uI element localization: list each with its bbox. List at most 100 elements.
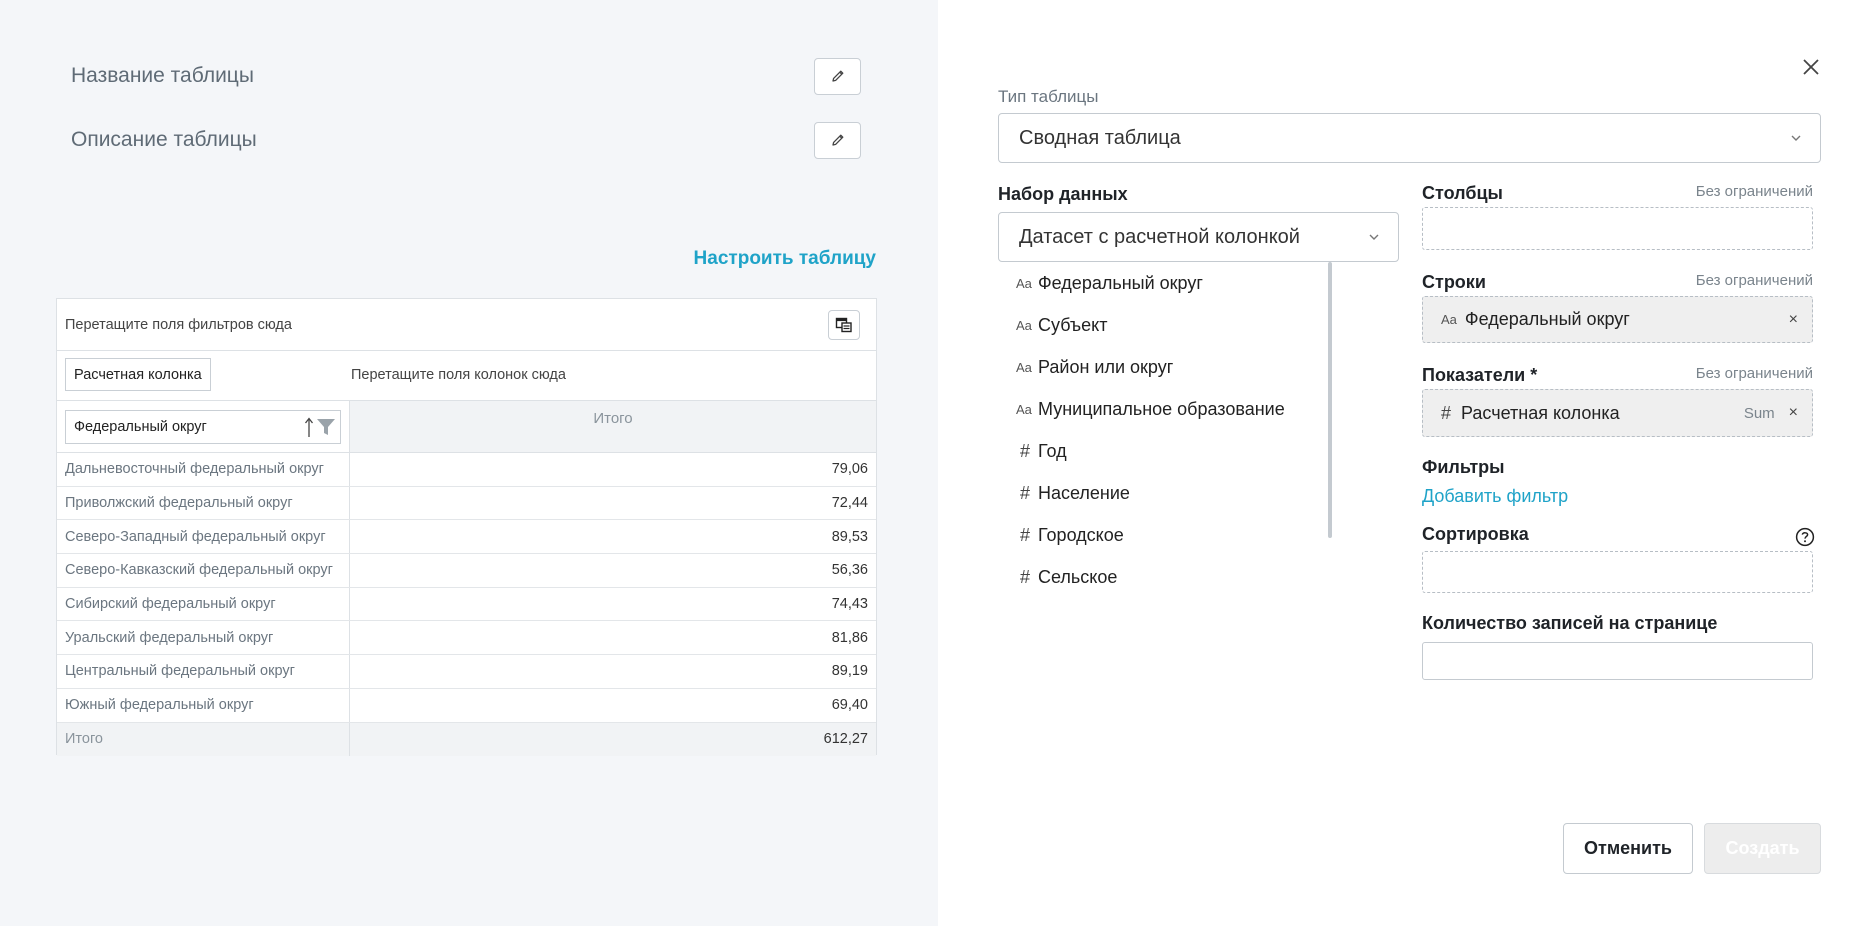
- number-type-icon: #: [1020, 566, 1031, 587]
- table-type-value: Сводная таблица: [1019, 126, 1181, 149]
- remove-row-field-button[interactable]: ×: [1789, 311, 1798, 329]
- total-row-value: 612,27: [823, 731, 868, 748]
- list-item[interactable]: # Городское: [998, 514, 1332, 556]
- table-row: Центральный федеральный округ 89,19: [57, 655, 876, 689]
- table-description-label: Описание таблицы: [71, 128, 257, 151]
- text-type-icon: Aa: [1441, 312, 1457, 327]
- remove-measure-button[interactable]: ×: [1789, 404, 1798, 422]
- row-value: 72,44: [831, 495, 868, 512]
- table-name-row: Название таблицы: [71, 56, 861, 96]
- chevron-down-icon: [1369, 234, 1379, 240]
- row-name: Северо-Кавказский федеральный округ: [57, 554, 350, 587]
- list-item[interactable]: # Сельское: [998, 556, 1332, 598]
- filter-funnel-icon[interactable]: [316, 417, 336, 437]
- field-label: Субъект: [1038, 314, 1108, 335]
- page-size-label: Количество записей на странице: [1422, 613, 1718, 633]
- row-name: Сибирский федеральный округ: [57, 587, 350, 621]
- page-size-input[interactable]: [1422, 642, 1813, 680]
- configure-table-link[interactable]: Настроить таблицу: [686, 248, 876, 270]
- table-preview-pane: Название таблицы Описание таблицы Настро…: [0, 0, 938, 926]
- row-name: Центральный федеральный округ: [57, 655, 350, 688]
- add-filter-link[interactable]: Добавить фильтр: [1422, 486, 1568, 507]
- chevron-down-icon: [1791, 135, 1801, 141]
- aggregation-selector[interactable]: Sum: [1744, 405, 1775, 422]
- row-name: Дальневосточный федеральный округ: [57, 453, 350, 486]
- number-type-icon: #: [1020, 524, 1031, 545]
- pivot-settings-toggle-button[interactable]: [828, 309, 860, 340]
- row-value: 79,06: [831, 461, 868, 478]
- sort-arrow-icon[interactable]: [304, 416, 314, 438]
- edit-table-name-button[interactable]: [814, 57, 861, 95]
- row-value: 69,40: [831, 697, 868, 714]
- dataset-value: Датасет с расчетной колонкой: [1019, 225, 1300, 248]
- table-row: Северо-Кавказский федеральный округ 56,36: [57, 554, 876, 588]
- close-icon[interactable]: [1800, 56, 1822, 78]
- columns-dropzone[interactable]: [1422, 207, 1813, 250]
- measures-label: Показатели *: [1422, 365, 1538, 385]
- text-type-icon: Aa: [1016, 401, 1032, 417]
- pivot-filter-zone[interactable]: Перетащите поля фильтров сюда: [57, 299, 876, 351]
- table-row: Северо-Западный федеральный округ 89,53: [57, 520, 876, 555]
- cancel-button[interactable]: Отменить: [1563, 823, 1693, 874]
- filter-zone-hint: Перетащите поля фильтров сюда: [65, 316, 292, 333]
- table-row: Южный федеральный округ 69,40: [57, 688, 876, 723]
- list-item[interactable]: # Население: [998, 472, 1332, 514]
- row-name: Северо-Западный федеральный округ: [57, 520, 350, 554]
- measures-dropzone[interactable]: # Расчетная колонка Sum ×: [1422, 389, 1813, 437]
- table-name-label: Название таблицы: [71, 64, 254, 87]
- edit-table-description-button[interactable]: [814, 121, 861, 159]
- measures-limit-note: Без ограничений: [1695, 365, 1813, 382]
- field-label: Население: [1038, 482, 1130, 503]
- field-label: Федеральный округ: [1038, 272, 1203, 293]
- field-list-scrollbar[interactable]: [1328, 262, 1332, 538]
- column-field-chip[interactable]: Расчетная колонка: [65, 358, 211, 391]
- pencil-icon: [831, 70, 843, 82]
- table-row: Приволжский федеральный округ 72,44: [57, 486, 876, 521]
- field-label: Городское: [1038, 524, 1124, 545]
- field-label: Район или округ: [1038, 356, 1174, 377]
- list-item[interactable]: Aa Субъект: [998, 304, 1332, 346]
- create-button[interactable]: Создать: [1704, 823, 1821, 874]
- row-value: 89,19: [831, 663, 868, 680]
- measure-field-label: Расчетная колонка: [1461, 402, 1620, 423]
- columns-limit-note: Без ограничений: [1695, 183, 1813, 200]
- row-name: Уральский федеральный округ: [57, 621, 350, 655]
- row-field-label: Федеральный округ: [74, 419, 207, 435]
- list-item[interactable]: Aa Район или округ: [998, 346, 1332, 388]
- rows-limit-note: Без ограничений: [1695, 272, 1813, 289]
- pivot-column-zone[interactable]: Расчетная колонка Перетащите поля колоно…: [57, 351, 876, 401]
- row-value: 81,86: [831, 629, 868, 646]
- row-value: 74,43: [831, 596, 868, 613]
- help-circle-icon[interactable]: [1795, 527, 1815, 547]
- text-type-icon: Aa: [1016, 275, 1032, 291]
- table-row: Сибирский федеральный округ 74,43: [57, 587, 876, 622]
- rows-dropzone[interactable]: Aa Федеральный округ ×: [1422, 296, 1813, 343]
- field-label: Сельское: [1038, 566, 1118, 587]
- rows-label: Строки: [1422, 272, 1486, 292]
- text-type-icon: Aa: [1016, 317, 1032, 333]
- dataset-select[interactable]: Датасет с расчетной колонкой: [998, 212, 1399, 262]
- sort-dropzone[interactable]: [1422, 551, 1813, 593]
- pivot-row-zone[interactable]: Федеральный округ: [57, 401, 350, 453]
- number-type-icon: #: [1441, 402, 1452, 423]
- list-item[interactable]: Aa Федеральный округ: [998, 262, 1332, 304]
- table-type-select[interactable]: Сводная таблица: [998, 113, 1821, 163]
- total-row-name: Итого: [57, 722, 350, 757]
- columns-label: Столбцы: [1422, 183, 1503, 203]
- number-type-icon: #: [1020, 482, 1031, 503]
- pivot-table: Перетащите поля фильтров сюда Расчетная …: [56, 298, 877, 757]
- row-field-chip[interactable]: Федеральный округ: [65, 410, 341, 444]
- field-label: Год: [1038, 440, 1067, 461]
- number-type-icon: #: [1020, 440, 1031, 461]
- sort-label: Сортировка: [1422, 524, 1529, 544]
- table-type-label: Тип таблицы: [998, 87, 1099, 106]
- table-settings-icon: [835, 317, 852, 332]
- table-row: Дальневосточный федеральный округ 79,06: [57, 453, 876, 487]
- dataset-field-list: Aa Федеральный округ Aa Субъект Aa Район ил…: [998, 262, 1332, 592]
- column-zone-hint: Перетащите поля колонок сюда: [351, 367, 566, 383]
- list-item[interactable]: # Год: [998, 430, 1332, 472]
- filters-label: Фильтры: [1422, 457, 1505, 477]
- pivot-body: Дальневосточный федеральный округ 79,06 П…: [57, 453, 876, 757]
- row-name: Приволжский федеральный округ: [57, 486, 350, 520]
- list-item[interactable]: Aa Муниципальное образование: [998, 388, 1332, 430]
